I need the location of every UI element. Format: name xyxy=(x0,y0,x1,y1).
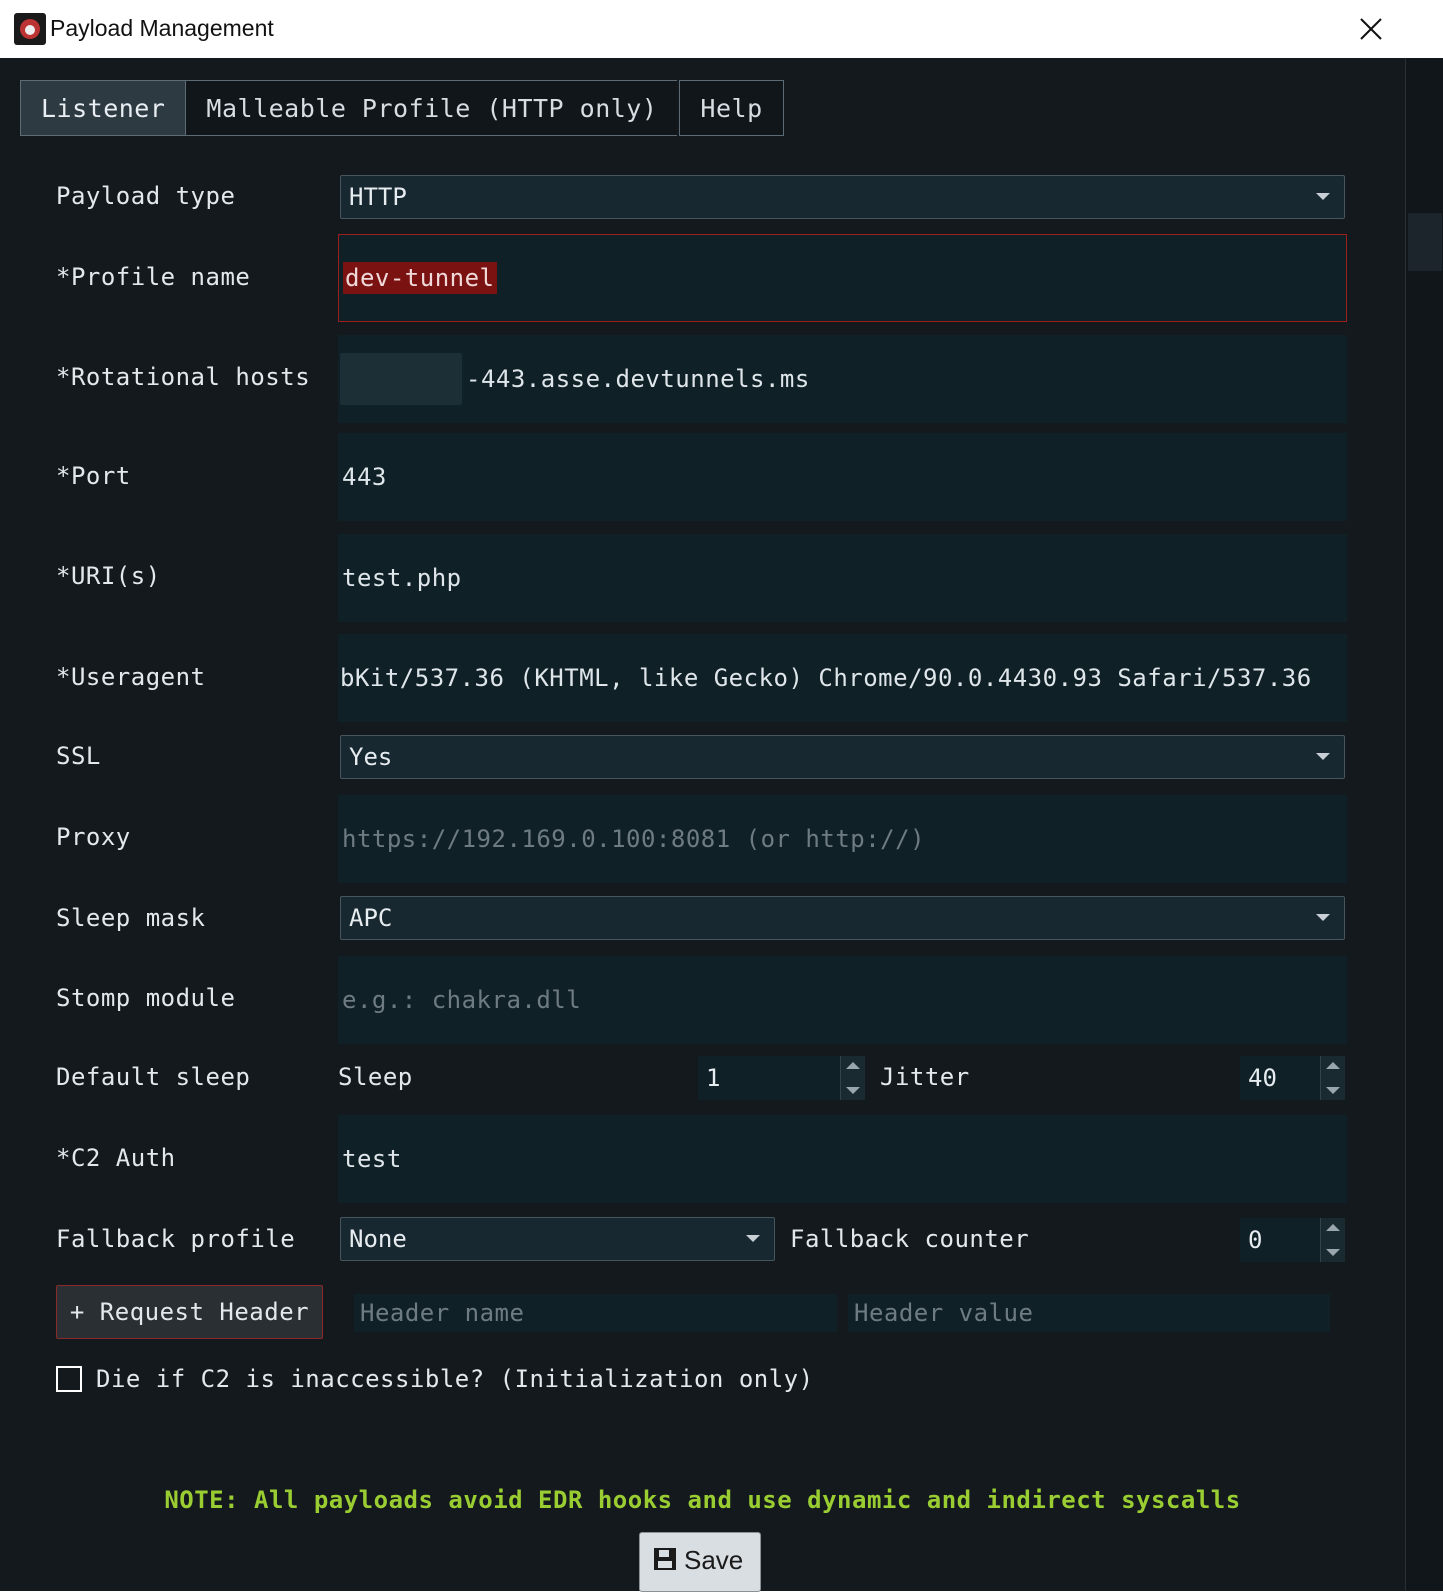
header-value-input[interactable]: Header value xyxy=(848,1294,1330,1332)
stomp-module-placeholder: e.g.: chakra.dll xyxy=(342,986,582,1014)
port-label: *Port xyxy=(56,462,131,490)
ssl-label: SSL xyxy=(56,742,101,770)
fallback-profile-value: None xyxy=(349,1225,407,1253)
chevron-down-icon xyxy=(1316,753,1330,760)
payload-type-value: HTTP xyxy=(349,183,407,211)
ssl-select[interactable]: Yes xyxy=(340,735,1345,779)
chevron-down-icon xyxy=(1316,914,1330,921)
jitter-value: 40 xyxy=(1248,1064,1277,1092)
proxy-input[interactable]: https://192.169.0.100:8081 (or http://) xyxy=(338,795,1347,883)
useragent-input[interactable]: bKit/537.36 (KHTML, like Gecko) Chrome/9… xyxy=(338,634,1347,722)
window-title: Payload Management xyxy=(50,15,274,41)
sleep-value: 1 xyxy=(706,1064,721,1092)
profile-name-value: dev-tunnel xyxy=(343,262,497,294)
stomp-module-input[interactable]: e.g.: chakra.dll xyxy=(338,956,1347,1044)
arrow-up-icon[interactable] xyxy=(1326,1062,1340,1069)
port-value: 443 xyxy=(342,463,387,491)
default-sleep-label: Default sleep xyxy=(56,1063,251,1091)
arrow-down-icon[interactable] xyxy=(1326,1087,1340,1094)
title-bar: Payload Management xyxy=(0,0,1405,58)
fallback-profile-label: Fallback profile xyxy=(56,1225,296,1253)
ssl-value: Yes xyxy=(349,743,393,771)
sleep-label: Sleep xyxy=(338,1063,413,1091)
chevron-down-icon xyxy=(1316,193,1330,200)
stomp-module-label: Stomp module xyxy=(56,984,236,1012)
fallback-profile-select[interactable]: None xyxy=(340,1217,775,1261)
save-button[interactable]: Save xyxy=(639,1532,761,1592)
tab-bar: Listener Malleable Profile (HTTP only) H… xyxy=(20,80,784,136)
proxy-label: Proxy xyxy=(56,823,131,851)
arrow-up-icon[interactable] xyxy=(846,1062,860,1069)
redacted-host-prefix xyxy=(340,353,462,405)
header-value-placeholder: Header value xyxy=(854,1299,1034,1327)
profile-name-input[interactable]: dev-tunnel xyxy=(338,234,1347,322)
uris-input[interactable]: test.php xyxy=(338,534,1347,622)
arrow-down-icon[interactable] xyxy=(846,1087,860,1094)
payload-type-label: Payload type xyxy=(56,182,236,210)
payload-type-select[interactable]: HTTP xyxy=(340,175,1345,219)
useragent-value: bKit/537.36 (KHTML, like Gecko) Chrome/9… xyxy=(340,664,1312,692)
save-label: Save xyxy=(684,1545,744,1575)
jitter-spinbox[interactable]: 40 xyxy=(1240,1056,1345,1100)
sleep-spinbox[interactable]: 1 xyxy=(698,1056,865,1100)
c2-auth-value: test xyxy=(342,1145,402,1173)
proxy-placeholder: https://192.169.0.100:8081 (or http://) xyxy=(342,825,926,853)
tab-malleable-profile[interactable]: Malleable Profile (HTTP only) xyxy=(185,80,678,136)
sleep-mask-value: APC xyxy=(349,904,393,932)
close-button[interactable] xyxy=(1348,8,1394,50)
payload-management-window: Listener Malleable Profile (HTTP only) H… xyxy=(0,58,1405,1592)
die-if-inaccessible-label: Die if C2 is inaccessible? (Initializati… xyxy=(96,1365,814,1393)
syscalls-note: NOTE: All payloads avoid EDR hooks and u… xyxy=(164,1486,1241,1514)
rotational-hosts-input[interactable]: -443.asse.devtunnels.ms xyxy=(338,335,1347,423)
c2-auth-input[interactable]: test xyxy=(338,1115,1347,1203)
port-input[interactable]: 443 xyxy=(338,433,1347,521)
sleep-mask-select[interactable]: APC xyxy=(340,896,1345,940)
profile-name-label: *Profile name xyxy=(56,263,251,291)
uris-label: *URI(s) xyxy=(56,562,161,590)
uris-value: test.php xyxy=(342,564,462,592)
fallback-counter-value: 0 xyxy=(1248,1226,1263,1254)
useragent-label: *Useragent xyxy=(56,663,206,691)
rotational-hosts-value: -443.asse.devtunnels.ms xyxy=(466,365,810,393)
add-request-header-button[interactable]: + Request Header xyxy=(56,1285,323,1339)
die-if-inaccessible-checkbox[interactable] xyxy=(56,1366,82,1392)
chevron-down-icon xyxy=(746,1235,760,1242)
header-name-placeholder: Header name xyxy=(360,1299,525,1327)
jitter-label: Jitter xyxy=(880,1063,970,1091)
fallback-counter-stepper[interactable] xyxy=(1320,1218,1345,1262)
tab-help[interactable]: Help xyxy=(679,80,784,136)
sleep-stepper[interactable] xyxy=(840,1056,865,1100)
c2-auth-label: *C2 Auth xyxy=(56,1144,176,1172)
arrow-up-icon[interactable] xyxy=(1326,1224,1340,1231)
fallback-counter-label: Fallback counter xyxy=(790,1225,1030,1253)
jitter-stepper[interactable] xyxy=(1320,1056,1345,1100)
fallback-counter-spinbox[interactable]: 0 xyxy=(1240,1218,1345,1262)
scrollbar-thumb[interactable] xyxy=(1408,213,1442,271)
sleep-mask-label: Sleep mask xyxy=(56,904,206,932)
vertical-scrollbar[interactable] xyxy=(1405,58,1443,1591)
close-icon xyxy=(1360,18,1382,40)
arrow-down-icon[interactable] xyxy=(1326,1249,1340,1256)
header-name-input[interactable]: Header name xyxy=(354,1294,837,1332)
tab-listener[interactable]: Listener xyxy=(20,80,186,136)
floppy-disk-icon xyxy=(654,1548,676,1570)
rotational-hosts-label: *Rotational hosts xyxy=(56,363,311,391)
app-logo-icon xyxy=(14,13,46,45)
